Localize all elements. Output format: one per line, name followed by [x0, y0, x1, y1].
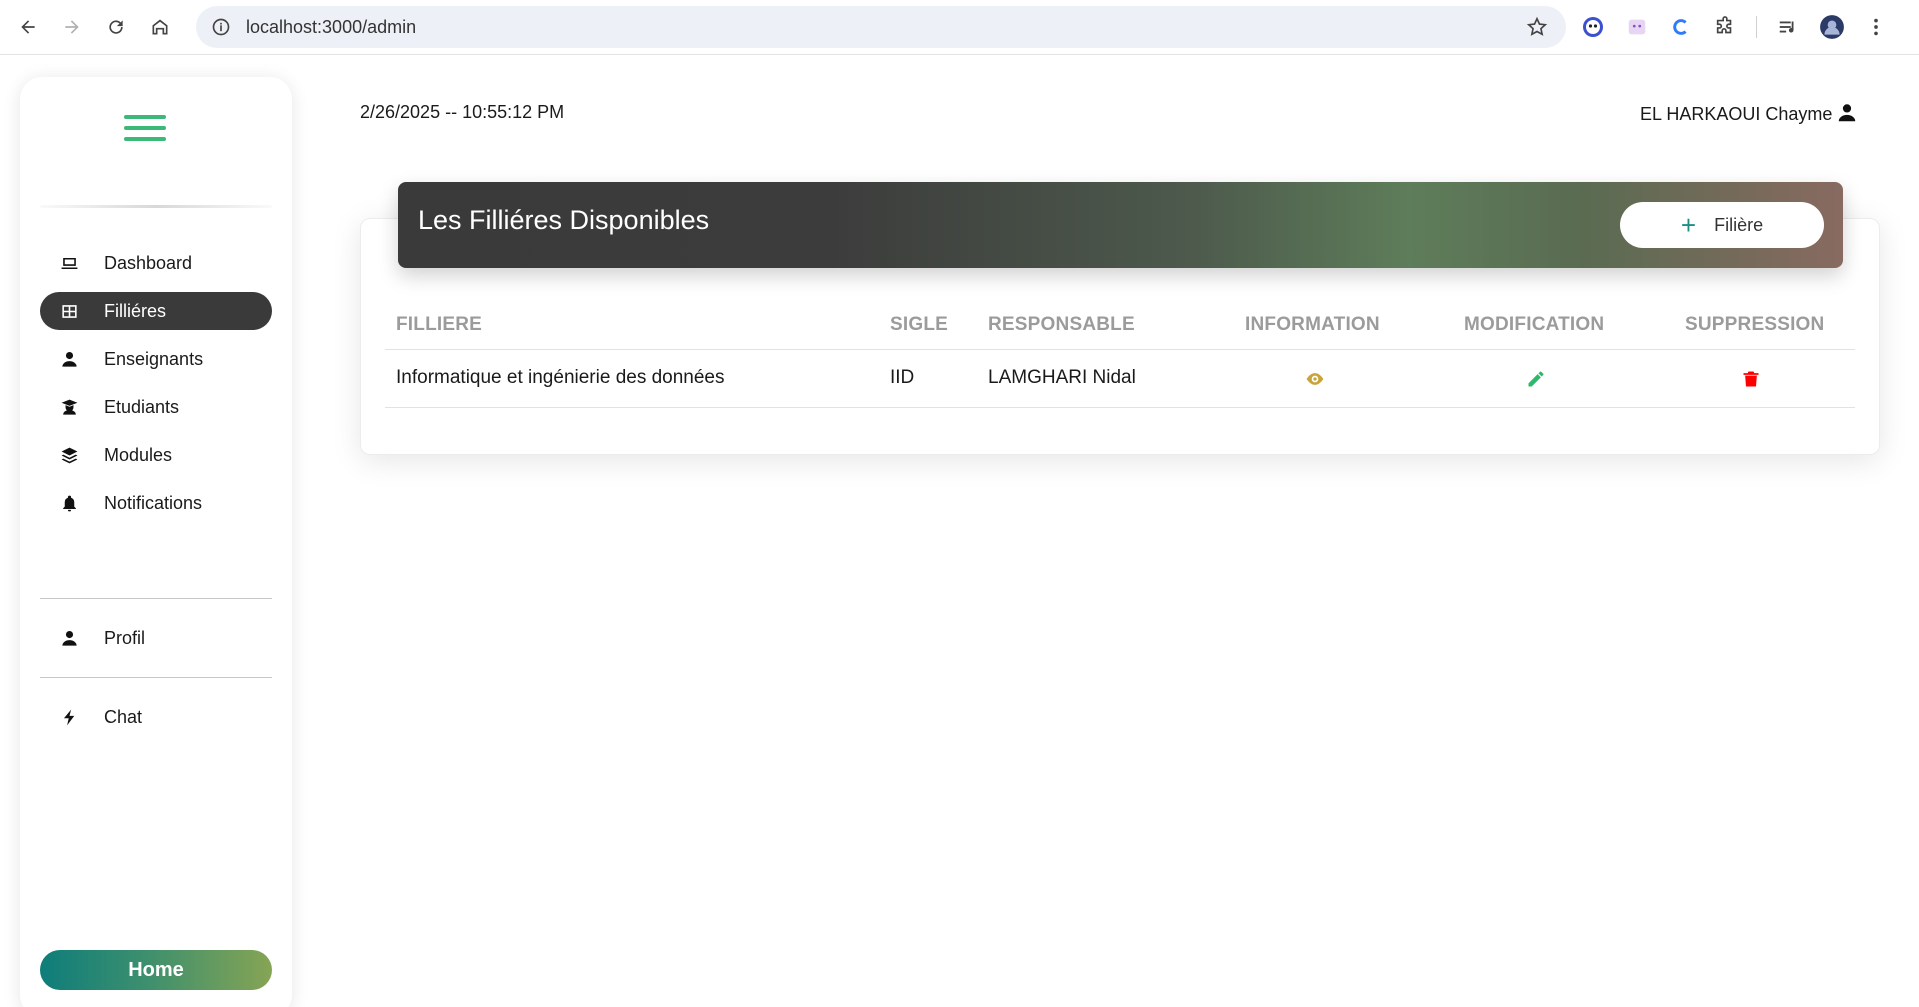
column-header-modification: MODIFICATION	[1464, 314, 1605, 335]
datetime-text: 2/26/2025 -- 10:55:12 PM	[360, 102, 565, 122]
address-bar[interactable]: localhost:3000/admin	[196, 6, 1566, 48]
extension-cat-icon[interactable]	[1624, 14, 1650, 40]
sidebar-divider	[40, 677, 272, 678]
sidebar-item-notifications[interactable]: Notifications	[40, 484, 272, 522]
column-header-suppression: SUPPRESSION	[1685, 314, 1825, 335]
sidebar-item-label: Filliéres	[104, 300, 167, 321]
user-name: EL HARKAOUI Chayme	[1640, 104, 1833, 124]
card-header: Les Filliéres Disponibles + Filière	[398, 182, 1843, 268]
card-title: Les Filliéres Disponibles	[418, 205, 710, 235]
home-button[interactable]: Home	[40, 950, 272, 990]
sidebar-menu: Dashboard Filliéres Enseignants Etudiant…	[40, 244, 272, 532]
sidebar-item-chat[interactable]: Chat	[40, 698, 272, 736]
plus-icon: +	[1680, 210, 1697, 240]
column-header-sigle: SIGLE	[890, 314, 949, 335]
sidebar-divider	[40, 598, 272, 599]
sidebar-divider	[40, 205, 272, 208]
bell-icon	[58, 492, 80, 514]
sidebar-item-profil[interactable]: Profil	[40, 619, 272, 657]
browser-menu-icon[interactable]	[1863, 14, 1889, 40]
laptop-icon	[58, 252, 80, 274]
extensions-puzzle-icon[interactable]	[1712, 14, 1738, 40]
cell-filliere: Informatique et ingénierie des données	[396, 367, 725, 388]
browser-toolbar: localhost:3000/admin	[0, 0, 1919, 55]
extensions-area	[1580, 6, 1889, 48]
fillieres-table: FILLIERE SIGLE RESPONSABLE INFORMATION M…	[385, 306, 1855, 408]
user-account-icon[interactable]	[1836, 102, 1858, 124]
bolt-icon	[58, 706, 80, 728]
url-text: localhost:3000/admin	[246, 16, 417, 37]
sidebar-item-label: Notifications	[104, 492, 203, 513]
column-header-filliere: FILLIERE	[396, 314, 483, 335]
site-info-icon[interactable]	[210, 16, 232, 38]
profile-avatar-icon[interactable]	[1819, 14, 1845, 40]
column-header-information: INFORMATION	[1245, 314, 1380, 335]
back-icon[interactable]	[6, 5, 50, 49]
add-filiere-button[interactable]: + Filière	[1620, 202, 1824, 248]
cell-responsable: LAMGHARI Nidal	[988, 367, 1136, 388]
column-header-responsable: RESPONSABLE	[988, 314, 1135, 335]
sidebar-item-label: Chat	[104, 706, 143, 727]
sidebar-item-modules[interactable]: Modules	[40, 436, 272, 474]
edit-pencil-icon[interactable]	[1526, 369, 1546, 389]
reload-icon[interactable]	[94, 5, 138, 49]
cell-sigle: IID	[890, 367, 915, 388]
table-header: FILLIERE SIGLE RESPONSABLE INFORMATION M…	[385, 306, 1855, 350]
view-eye-icon[interactable]	[1305, 369, 1325, 389]
sidebar-item-dashboard[interactable]: Dashboard	[40, 244, 272, 282]
user-icon	[58, 348, 80, 370]
forward-icon[interactable]	[50, 5, 94, 49]
home-icon[interactable]	[138, 5, 182, 49]
table-row: Informatique et ingénierie des données I…	[385, 350, 1855, 408]
extension-face-icon[interactable]	[1580, 14, 1606, 40]
layers-icon	[58, 444, 80, 466]
sidebar-item-fillieres[interactable]: Filliéres	[40, 292, 272, 330]
sidebar-item-label: Etudiants	[104, 396, 180, 417]
sidebar-item-label: Modules	[104, 444, 173, 465]
sidebar: Dashboard Filliéres Enseignants Etudiant…	[20, 77, 292, 1007]
sidebar-item-label: Dashboard	[104, 252, 193, 273]
sidebar-item-label: Enseignants	[104, 348, 204, 369]
grid-icon	[58, 300, 80, 322]
delete-trash-icon[interactable]	[1741, 369, 1761, 389]
graduate-icon	[58, 396, 80, 418]
bookmark-star-icon[interactable]	[1526, 16, 1548, 38]
hamburger-menu-icon[interactable]	[124, 115, 166, 147]
toolbar-separator	[1756, 16, 1757, 38]
media-control-icon[interactable]	[1775, 14, 1801, 40]
add-filiere-label: Filière	[1714, 214, 1764, 235]
sidebar-item-etudiants[interactable]: Etudiants	[40, 388, 272, 426]
extension-c-icon[interactable]	[1668, 14, 1694, 40]
sidebar-item-label: Profil	[104, 627, 146, 648]
sidebar-item-enseignants[interactable]: Enseignants	[40, 340, 272, 378]
user-icon	[58, 627, 80, 649]
